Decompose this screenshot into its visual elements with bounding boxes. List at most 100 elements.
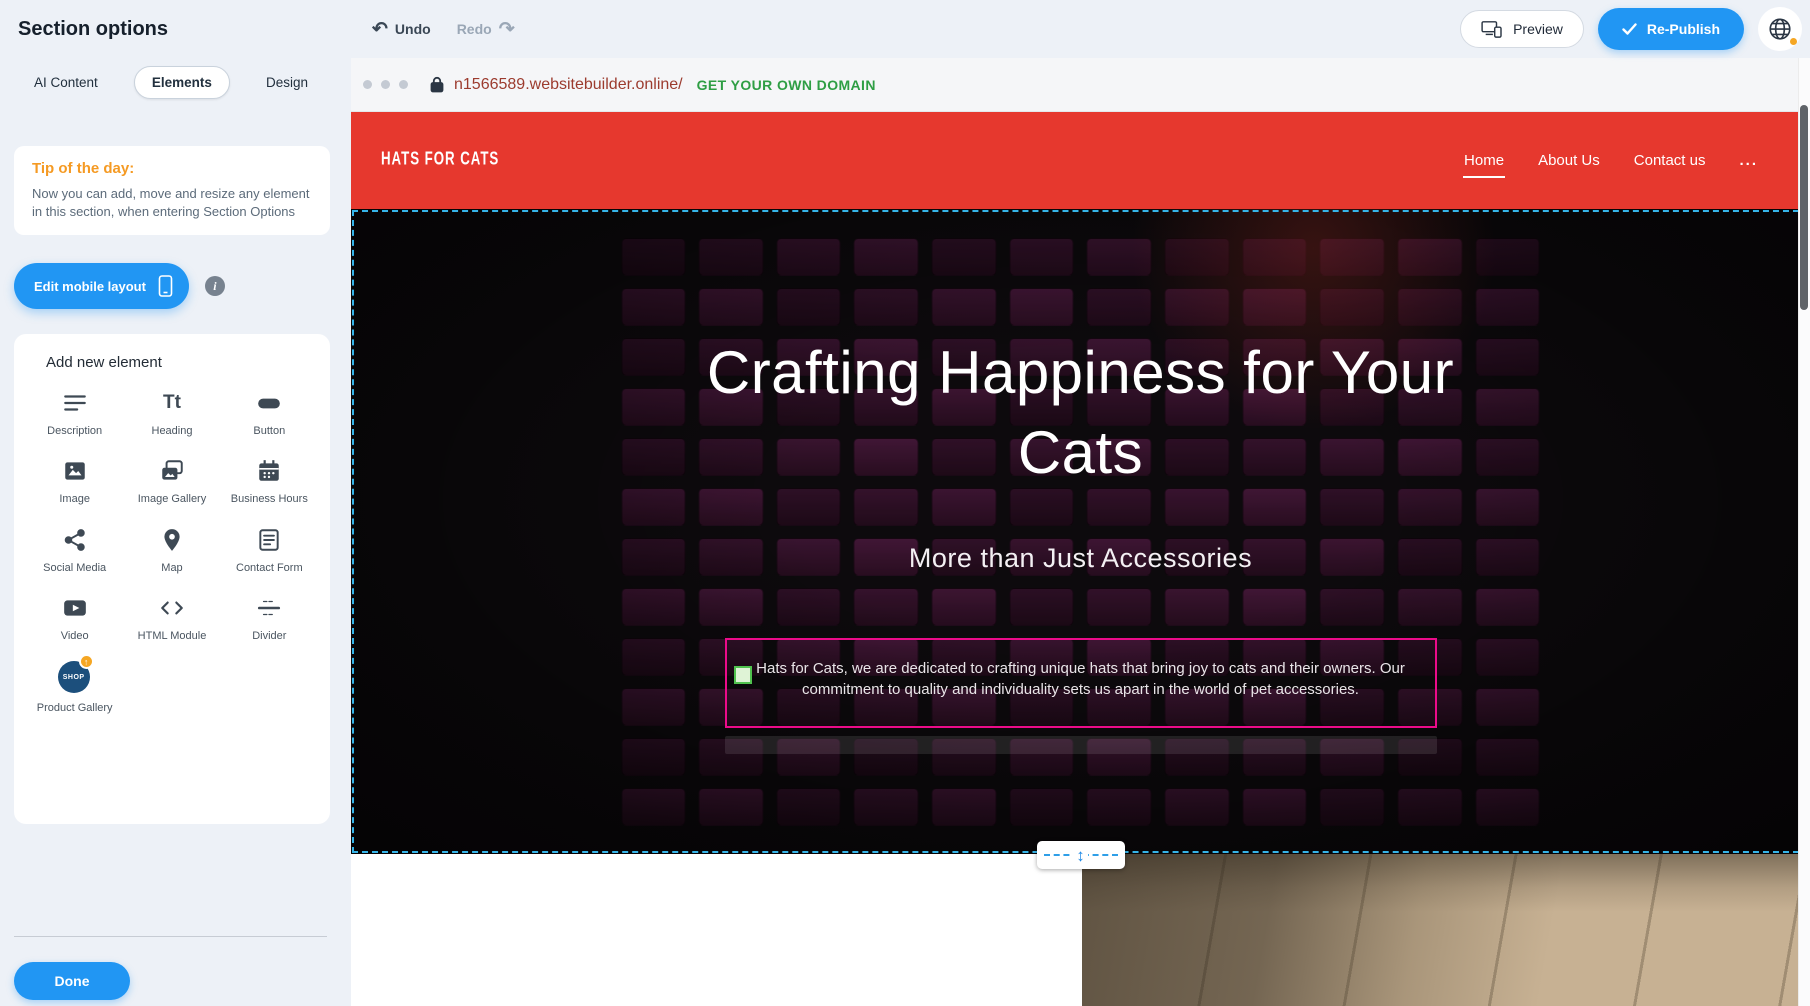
hero-tile — [621, 238, 686, 276]
tab-elements[interactable]: Elements — [134, 66, 230, 99]
site-header: HATS FOR CATS Home About Us Contact us .… — [351, 112, 1810, 209]
hero-tile — [1165, 788, 1230, 826]
nav-about-us[interactable]: About Us — [1538, 152, 1600, 169]
hero-tile — [1475, 438, 1540, 476]
hero-tile — [776, 288, 841, 326]
nav-contact-us[interactable]: Contact us — [1634, 152, 1706, 169]
button-icon — [254, 388, 284, 418]
undo-button[interactable]: ↶ Undo — [372, 20, 431, 39]
redo-icon: ↷ — [499, 20, 515, 39]
nav-more-button[interactable]: ... — [1739, 152, 1758, 169]
edit-mobile-row: Edit mobile layout i — [14, 263, 225, 309]
element-social-media[interactable]: Social Media — [26, 520, 123, 580]
hero-tile — [621, 688, 686, 726]
undo-label: Undo — [395, 21, 431, 37]
hero-tile — [1320, 288, 1385, 326]
description-icon — [60, 388, 90, 418]
element-business-hours[interactable]: Business Hours — [221, 451, 318, 511]
element-heading[interactable]: Tt Heading — [123, 383, 220, 443]
site-logo: HATS FOR CATS — [381, 147, 499, 169]
hero-tile — [854, 488, 919, 526]
resize-arrows-icon: ↕ — [1073, 847, 1088, 864]
preview-button[interactable]: Preview — [1460, 10, 1584, 48]
hero-tile — [699, 788, 764, 826]
hero-tile — [1009, 288, 1074, 326]
element-image[interactable]: Image — [26, 451, 123, 511]
undo-icon: ↶ — [372, 20, 388, 39]
hero-tile — [621, 788, 686, 826]
page-title: Section options — [18, 18, 168, 41]
hero-tile — [1475, 738, 1540, 776]
element-divider[interactable]: Divider — [221, 588, 318, 648]
edit-mobile-layout-button[interactable]: Edit mobile layout — [14, 263, 189, 309]
hero-tile — [932, 588, 997, 626]
hero-tile — [621, 488, 686, 526]
done-button[interactable]: Done — [14, 962, 130, 1000]
hero-tile — [1165, 288, 1230, 326]
browser-chrome: n1566589.websitebuilder.online/ GET YOUR… — [351, 58, 1810, 112]
topbar-actions: Preview Re-Publish — [1460, 0, 1802, 58]
nav-home[interactable]: Home — [1464, 152, 1504, 169]
hero-tile — [1165, 588, 1230, 626]
element-description[interactable]: Description — [26, 383, 123, 443]
element-html-module[interactable]: HTML Module — [123, 588, 220, 648]
get-domain-link[interactable]: GET YOUR OWN DOMAIN — [697, 77, 876, 93]
element-button[interactable]: Button — [221, 383, 318, 443]
hero-tile — [1242, 488, 1307, 526]
hero-tile — [1320, 238, 1385, 276]
code-icon — [157, 593, 187, 623]
hero-tile — [621, 588, 686, 626]
hero-tile — [1009, 238, 1074, 276]
undo-redo-group: ↶ Undo Redo ↷ — [372, 0, 515, 58]
hero-tile — [1242, 288, 1307, 326]
add-element-title: Add new element — [46, 354, 318, 371]
hero-tile — [699, 238, 764, 276]
resize-handle[interactable] — [734, 666, 752, 684]
hero-tile — [1475, 788, 1540, 826]
scrollbar-thumb[interactable] — [1800, 105, 1808, 310]
hero-tile — [699, 288, 764, 326]
preview-label: Preview — [1513, 21, 1563, 37]
hero-tile — [1398, 288, 1463, 326]
hero-tile — [1475, 688, 1540, 726]
heading-icon: Tt — [157, 388, 187, 418]
hero-tile — [621, 338, 686, 376]
element-contact-form[interactable]: Contact Form — [221, 520, 318, 580]
hero-tile — [1087, 488, 1152, 526]
republish-button[interactable]: Re-Publish — [1598, 8, 1744, 50]
hero-tile — [776, 588, 841, 626]
selected-paragraph-box[interactable]: Hats for Cats, we are dedicated to craft… — [725, 638, 1437, 728]
element-image-gallery[interactable]: Image Gallery — [123, 451, 220, 511]
lock-icon — [430, 76, 444, 93]
globe-icon — [1767, 16, 1793, 42]
info-icon[interactable]: i — [205, 276, 225, 296]
hero-tile — [1087, 588, 1152, 626]
element-product-gallery[interactable]: SHOP ↑ Product Gallery — [26, 656, 123, 720]
check-icon — [1622, 23, 1637, 35]
section-resize-handle[interactable]: ↕ — [1037, 841, 1125, 869]
hero-tile — [699, 588, 764, 626]
hero-tile — [1009, 488, 1074, 526]
element-map[interactable]: Map — [123, 520, 220, 580]
hero-tile — [621, 438, 686, 476]
hero-tile — [621, 388, 686, 426]
hero-tile — [854, 788, 919, 826]
section-options-panel: AI Content Elements Design Tip of the da… — [0, 58, 351, 1006]
divider-icon — [254, 593, 284, 623]
element-video[interactable]: Video — [26, 588, 123, 648]
hero-paragraph[interactable]: Hats for Cats, we are dedicated to craft… — [737, 658, 1425, 700]
tab-ai-content[interactable]: AI Content — [16, 66, 116, 99]
hero-tile — [621, 638, 686, 676]
site-preview-window: n1566589.websitebuilder.online/ GET YOUR… — [351, 58, 1810, 1006]
site-nav: Home About Us Contact us ... — [1464, 112, 1758, 209]
hero-tile — [1242, 588, 1307, 626]
redo-button[interactable]: Redo ↷ — [457, 20, 515, 39]
hero-tile — [854, 238, 919, 276]
hero-tile — [776, 238, 841, 276]
hero-section[interactable]: Crafting Happiness for Your Cats More th… — [351, 209, 1810, 854]
hero-tile — [1475, 638, 1540, 676]
hero-subheading[interactable]: More than Just Accessories — [351, 543, 1810, 574]
language-button[interactable] — [1758, 7, 1802, 51]
tab-design[interactable]: Design — [248, 66, 326, 99]
hero-heading[interactable]: Crafting Happiness for Your Cats — [696, 333, 1466, 493]
